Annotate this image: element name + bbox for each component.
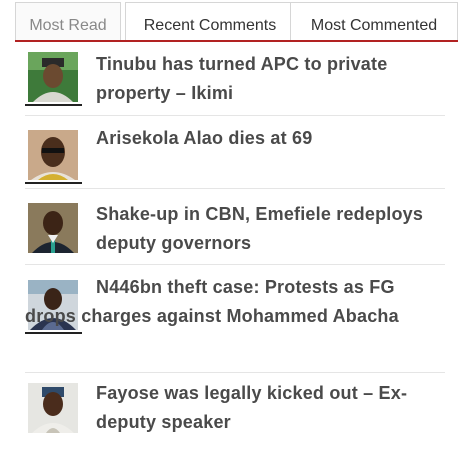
tab-recent-comments[interactable]: Recent Comments bbox=[125, 2, 295, 40]
list-item: Fayose was legally kicked out – Ex-deput… bbox=[25, 373, 445, 449]
most-read-widget: Most Read Recent Comments Most Commented… bbox=[0, 0, 461, 433]
article-list: Tinubu has turned APC to private propert… bbox=[25, 42, 445, 449]
article-thumbnail[interactable] bbox=[28, 383, 78, 433]
list-item: Tinubu has turned APC to private propert… bbox=[25, 42, 445, 116]
article-title-link[interactable]: Tinubu has turned APC to private propert… bbox=[96, 50, 441, 108]
article-title-link[interactable]: Arisekola Alao dies at 69 bbox=[96, 124, 441, 153]
article-thumbnail[interactable] bbox=[28, 203, 78, 253]
thumbnail-underline bbox=[25, 182, 82, 184]
tab-bar: Most Read Recent Comments Most Commented bbox=[15, 2, 458, 42]
article-title-link[interactable]: N446bn theft case: Protests as FG drops … bbox=[25, 273, 441, 331]
article-title-link[interactable]: Fayose was legally kicked out – Ex-deput… bbox=[96, 379, 441, 437]
list-item: Shake-up in CBN, Emefiele redeploys depu… bbox=[25, 189, 445, 265]
thumbnail-underline bbox=[25, 104, 82, 106]
article-title-link[interactable]: Shake-up in CBN, Emefiele redeploys depu… bbox=[96, 200, 441, 258]
thumbnail-underline bbox=[25, 332, 82, 334]
article-thumbnail[interactable] bbox=[28, 52, 78, 102]
tab-most-read[interactable]: Most Read bbox=[15, 2, 121, 42]
article-thumbnail[interactable] bbox=[28, 130, 78, 180]
tab-most-commented[interactable]: Most Commented bbox=[290, 2, 458, 40]
list-item: Arisekola Alao dies at 69 bbox=[25, 116, 445, 189]
list-item: N446bn theft case: Protests as FG drops … bbox=[25, 265, 445, 373]
